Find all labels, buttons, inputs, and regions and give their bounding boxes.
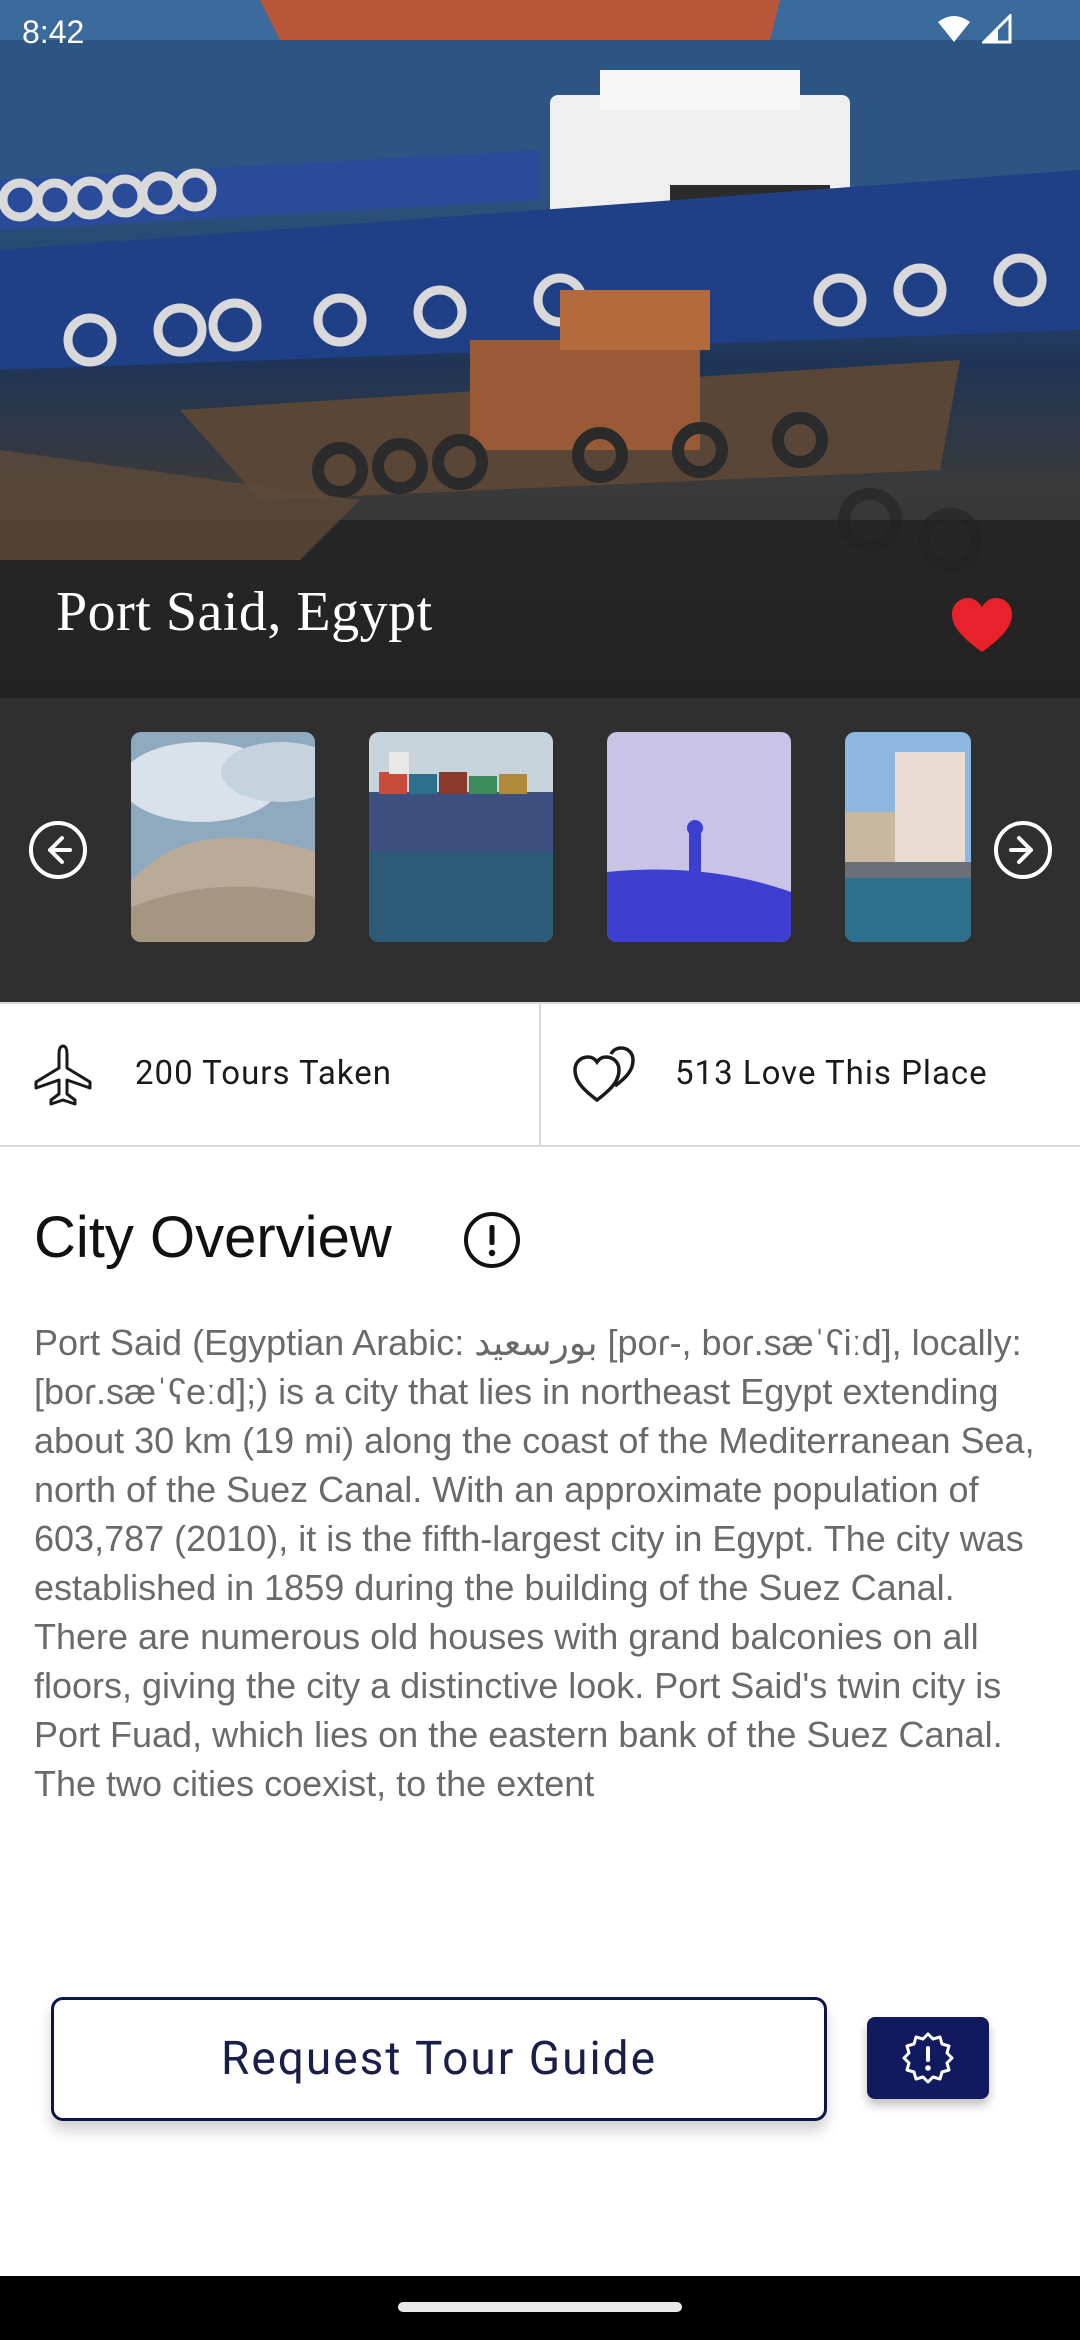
city-title: Port Said, Egypt (56, 581, 433, 643)
overview-text: Port Said (Egyptian Arabic: بورسعيد [poɾ… (34, 1318, 1050, 1840)
hero-image: 8:42 Port Said, Egypt (0, 0, 1080, 698)
gallery-thumbnail-shadow-on-sand[interactable] (607, 732, 791, 942)
gallery-thumbnail-container-ship[interactable] (369, 732, 553, 942)
arrow-right-circle-icon[interactable] (993, 820, 1053, 880)
status-icons (936, 14, 1012, 44)
info-icon[interactable] (462, 1210, 522, 1270)
gallery-thumbnail-sand-dune[interactable] (131, 732, 315, 942)
status-time: 8:42 (22, 14, 85, 50)
gallery-thumbnail-waterfront-buildings[interactable] (845, 732, 971, 942)
heart-icon[interactable] (950, 596, 1014, 656)
hearts-icon (573, 1046, 635, 1103)
photo-gallery (0, 698, 1080, 1002)
love-this-place-label: 513 Love This Place (675, 1054, 988, 1093)
report-button[interactable] (867, 2017, 989, 2099)
stat-love-this-place: 513 Love This Place (539, 1004, 1080, 1145)
signal-icon (982, 14, 1012, 44)
report-icon (902, 2032, 954, 2084)
airplane-icon (34, 1044, 92, 1106)
tours-taken-label: 200 Tours Taken (135, 1054, 392, 1093)
arrow-left-circle-icon[interactable] (28, 820, 88, 880)
home-indicator[interactable] (398, 2302, 682, 2312)
stats-bar: 200 Tours Taken 513 Love This Place (0, 1002, 1080, 1147)
stat-tours-taken: 200 Tours Taken (0, 1004, 539, 1145)
overview-text-content: Port Said (Egyptian Arabic: بورسعيد [poɾ… (34, 1322, 1035, 1804)
wifi-icon (938, 16, 970, 42)
overview-title: City Overview (34, 1205, 392, 1270)
request-tour-guide-button[interactable]: Request Tour Guide (51, 1997, 827, 2121)
